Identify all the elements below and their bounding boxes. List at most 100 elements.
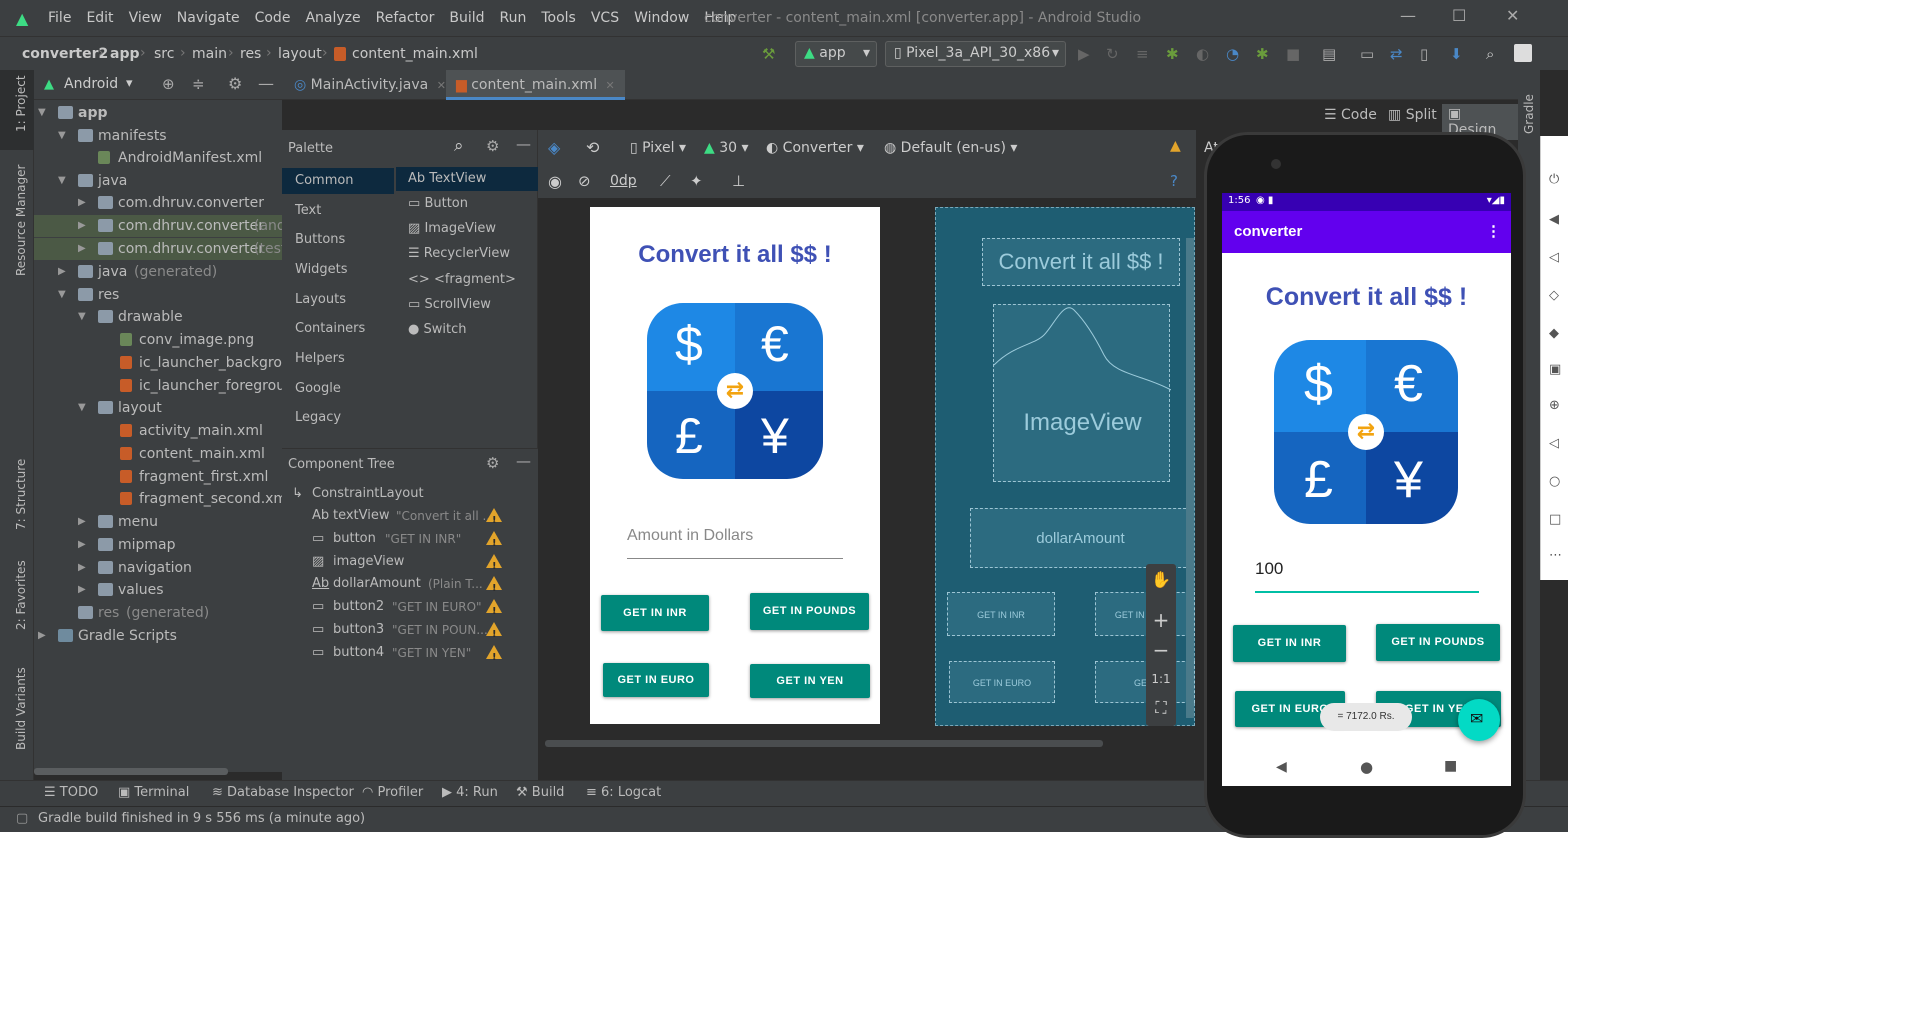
tree-node-mipmap[interactable]: ▶ mipmap xyxy=(34,534,282,556)
component-row-dollaramount[interactable]: Ab dollarAmount (Plain T... xyxy=(282,573,538,600)
tree-node-drawable[interactable]: ▼ drawable xyxy=(34,306,282,328)
favorites-label[interactable]: 2: Favorites xyxy=(14,560,28,630)
component-row-button[interactable]: ▭ button "GET IN INR" xyxy=(282,528,538,555)
tree-node-values[interactable]: ▶ values xyxy=(34,579,282,601)
build-variants-label[interactable]: Build Variants xyxy=(14,667,28,750)
component-row-button2[interactable]: ▭ button2 "GET IN EURO" xyxy=(282,596,538,623)
device-select[interactable]: ▯ Pixel_3a_API_30_x86 ▾ xyxy=(885,41,1066,67)
guidelines-icon[interactable]: ⊥ xyxy=(732,172,745,190)
project-view-select[interactable]: Android xyxy=(64,76,118,92)
palette-category-google[interactable]: Google xyxy=(282,376,394,402)
run-icon[interactable]: ▶ xyxy=(1078,45,1090,63)
menu-analyze[interactable]: Analyze xyxy=(305,10,360,26)
blueprint-pounds-button[interactable]: GET IN PO DS xyxy=(1095,592,1195,636)
breadcrumb-src[interactable]: src xyxy=(154,46,174,62)
horizontal-scrollbar[interactable] xyxy=(34,768,228,775)
palette-item-button[interactable]: ▭ Button xyxy=(396,192,538,216)
palette-category-text[interactable]: Text xyxy=(282,198,394,224)
gradle-label[interactable]: Gradle xyxy=(1522,94,1536,134)
apply-changes-icon[interactable]: ↻ xyxy=(1106,45,1119,63)
warning-icon[interactable] xyxy=(486,554,502,578)
menu-code[interactable]: Code xyxy=(255,10,291,26)
palette-category-containers[interactable]: Containers xyxy=(282,316,394,342)
locale-select[interactable]: ◍ Default (en-us) ▾ xyxy=(884,140,1017,156)
warning-icon[interactable] xyxy=(486,531,502,555)
close-icon[interactable]: ✕ xyxy=(437,79,446,92)
database-inspector-tab[interactable]: ≋ Database Inspector xyxy=(212,785,354,800)
warning-icon[interactable] xyxy=(486,622,502,646)
profiler-tab[interactable]: ◠ Profiler xyxy=(362,785,423,800)
tab-content-main[interactable]: ▆ content_main.xml ✕ xyxy=(446,70,625,100)
sync-icon[interactable]: ▭ xyxy=(1360,45,1374,63)
tree-node-navigation[interactable]: ▶ navigation xyxy=(34,557,282,579)
tree-node-ic-launcher-foreground[interactable]: ic_launcher_foregrounc xyxy=(34,375,302,397)
close-icon[interactable]: ✕ xyxy=(606,79,615,92)
menu-edit[interactable]: Edit xyxy=(86,10,113,26)
pan-hand-icon[interactable]: ✋ xyxy=(1146,570,1176,589)
get-in-euro-button[interactable]: GET IN EURO xyxy=(603,663,709,697)
collapse-all-icon[interactable]: ≑ xyxy=(192,75,205,93)
todo-tab[interactable]: ☰ TODO xyxy=(44,785,98,800)
apply-code-icon[interactable]: ≡ xyxy=(1136,45,1149,63)
tree-node-menu[interactable]: ▶ menu xyxy=(34,511,282,533)
zoom-in-button[interactable]: + xyxy=(1146,608,1176,632)
debug-icon[interactable]: ✱ xyxy=(1166,45,1179,63)
theme-select[interactable]: ◐ Converter ▾ xyxy=(766,140,864,156)
warning-icon[interactable]: ▲ xyxy=(1170,138,1181,154)
palette-category-buttons[interactable]: Buttons xyxy=(282,227,394,253)
sdk-manager-icon[interactable]: ⬇ xyxy=(1450,45,1463,63)
palette-category-widgets[interactable]: Widgets xyxy=(282,257,394,283)
tree-node-constraintlayout[interactable]: ↳ ConstraintLayout xyxy=(282,483,538,505)
breadcrumb-file[interactable]: content_main.xml xyxy=(352,46,478,62)
menu-file[interactable]: File xyxy=(48,10,71,26)
zoom-icon[interactable]: ⊕ xyxy=(1549,398,1560,413)
warning-icon[interactable] xyxy=(486,576,502,600)
warning-icon[interactable] xyxy=(486,508,502,532)
home-icon[interactable]: ○ xyxy=(1549,474,1560,489)
autoconnect-icon[interactable]: ⊘ xyxy=(578,172,591,190)
currency-converter-image[interactable]: $ € £ ¥ ⇄ xyxy=(647,303,823,479)
warning-icon[interactable] xyxy=(486,599,502,623)
recents-icon[interactable]: ■ xyxy=(1444,758,1457,774)
tree-node-activity-main[interactable]: activity_main.xml xyxy=(34,420,282,442)
palette-category-legacy[interactable]: Legacy xyxy=(282,405,394,431)
blueprint-inr-button[interactable]: GET IN INR xyxy=(947,592,1055,636)
eye-icon[interactable]: ◉ xyxy=(548,172,562,191)
get-in-inr-button[interactable]: GET IN INR xyxy=(601,595,709,631)
menu-navigate[interactable]: Navigate xyxy=(177,10,240,26)
get-in-pounds-button[interactable]: GET IN POUNDS xyxy=(1376,624,1500,661)
camera-icon[interactable]: ▣ xyxy=(1549,362,1561,377)
build-hammer-icon[interactable]: ⚒ xyxy=(762,45,775,63)
blueprint-amount-input[interactable]: dollarAmount xyxy=(970,508,1191,568)
locate-icon[interactable]: ⊕ xyxy=(162,75,175,93)
build-tab[interactable]: ⚒ Build xyxy=(516,785,564,800)
tree-node-fragment-first[interactable]: fragment_first.xml xyxy=(34,466,282,488)
blueprint-euro-button[interactable]: GET IN EURO xyxy=(949,661,1055,703)
close-icon[interactable]: ✕ xyxy=(1506,6,1519,25)
amount-input[interactable]: 100 xyxy=(1255,553,1479,593)
infer-constraints-icon[interactable]: ✦ xyxy=(690,172,703,190)
help-icon[interactable]: ? xyxy=(1170,172,1178,190)
menu-window[interactable]: Window xyxy=(634,10,689,26)
palette-category-helpers[interactable]: Helpers xyxy=(282,346,394,372)
component-row-button3[interactable]: ▭ button3 "GET IN POUN... xyxy=(282,619,538,646)
palette-category-layouts[interactable]: Layouts xyxy=(282,287,394,313)
menu-run[interactable]: Run xyxy=(500,10,527,26)
component-row-textview[interactable]: Ab textView "Convert it all ... xyxy=(282,505,538,532)
blueprint-imageview[interactable]: ImageView xyxy=(993,304,1171,482)
tree-node-package[interactable]: ▶ com.dhruv.converter xyxy=(34,192,282,214)
volume-down-icon[interactable]: ◁ xyxy=(1549,250,1559,265)
menu-vcs[interactable]: VCS xyxy=(591,10,619,26)
component-row-button4[interactable]: ▭ button4 "GET IN YEN" xyxy=(282,642,538,669)
layers-icon[interactable]: ◈ xyxy=(548,138,560,157)
api-select[interactable]: ▲ 30 ▾ xyxy=(704,140,749,156)
component-row-imageview[interactable]: ▨ imageView xyxy=(282,551,538,578)
terminal-tab[interactable]: ▣ Terminal xyxy=(118,785,189,800)
palette-item-textview[interactable]: Ab TextView xyxy=(396,167,538,191)
hide-panel-icon[interactable]: — xyxy=(516,452,531,470)
amount-input[interactable]: Amount in Dollars xyxy=(627,521,843,559)
tree-node-content-main[interactable]: content_main.xml xyxy=(34,443,282,465)
search-icon[interactable]: ⌕ xyxy=(1486,45,1494,63)
gear-icon[interactable]: ⚙ xyxy=(486,454,499,472)
breadcrumb-layout[interactable]: layout xyxy=(278,46,322,62)
